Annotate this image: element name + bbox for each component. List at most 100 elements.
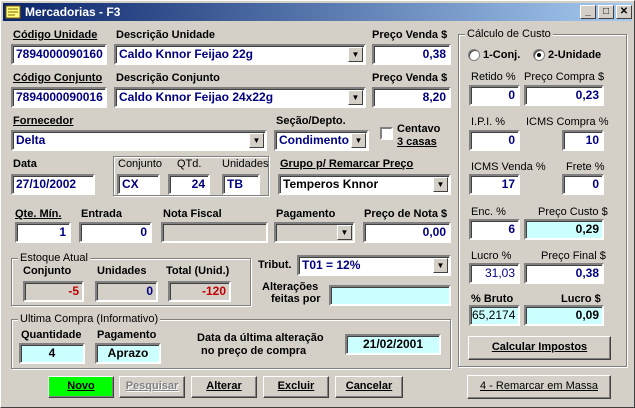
estoque-total-label: Total (Unid.) [166,265,230,277]
estoque-total-field: -120 [168,281,231,302]
descricao-conjunto-label: Descrição Conjunto [116,72,220,84]
mercadorias-window: Mercadorias - F3 _ □ Código Unidade 7894… [0,0,635,408]
lucro-valor-label: Lucro $ [561,293,601,305]
codigo-conjunto-field[interactable]: 7894000090016 [11,87,107,108]
minimize-button[interactable]: _ [580,5,596,19]
qtd-label: QTd. [177,158,202,170]
embalagem-unidades-field[interactable]: TB [222,174,260,195]
chevron-down-icon[interactable]: ▼ [433,258,448,273]
chevron-down-icon[interactable]: ▼ [348,47,363,62]
pesquisar-label: Pesquisar [125,380,179,392]
preco-nota-label: Preço de Nota $ [364,208,448,220]
embalagem-conjunto-label: Conjunto [118,158,163,170]
tributacao-label: Tribut. [258,259,292,271]
codigo-unidade-label: Código Unidade [13,29,98,41]
title-bar[interactable]: Mercadorias - F3 _ □ [3,3,632,21]
entrada-label: Entrada [81,208,122,220]
preco-venda-unidade-label: Preço Venda $ [372,29,448,41]
grupo-select[interactable]: Temperos Knnor ▼ [278,174,451,195]
novo-label: Novo [67,380,95,392]
close-button[interactable]: ✕ [616,5,632,19]
radio-conj-label[interactable]: 1-Conj. [483,49,520,61]
frete-field[interactable]: 0 [562,174,604,195]
maximize-icon: □ [602,6,610,17]
chevron-down-icon[interactable]: ▼ [249,133,264,148]
qte-min-field[interactable]: 1 [15,222,71,243]
qtd-field[interactable]: 24 [168,174,210,195]
nota-fiscal-field[interactable] [161,222,268,243]
radio-conj[interactable] [468,49,480,61]
alterar-button[interactable]: Alterar [191,376,257,398]
pagamento-label: Pagamento [276,208,336,220]
ultima-compra-title: Ultima Compra (Informativo) [18,313,161,325]
calcular-impostos-label: Calcular Impostos [491,341,588,353]
pesquisar-button[interactable]: Pesquisar [119,376,185,398]
retido-field[interactable]: 0 [469,85,520,106]
maximize-button[interactable]: □ [598,5,614,19]
preco-nota-field[interactable]: 0,00 [363,222,451,243]
calcular-impostos-button[interactable]: Calcular Impostos [468,336,611,360]
codigo-unidade-field[interactable]: 7894000090160 [11,44,107,65]
cancelar-button[interactable]: Cancelar [335,376,403,398]
icms-venda-field[interactable]: 17 [469,174,520,195]
estoque-title: Estoque Atual [18,252,90,264]
preco-compra-field[interactable]: 0,23 [524,85,604,106]
estoque-conjunto-field: -5 [23,281,84,302]
close-icon: ✕ [619,6,629,17]
icms-venda-label: ICMS Venda % [471,161,546,173]
lucro-valor-field: 0,09 [524,305,604,326]
secao-select[interactable]: Condimento ▼ [274,130,369,151]
estoque-unidades-field: 0 [95,281,158,302]
icms-compra-field[interactable]: 10 [562,130,604,151]
remarcar-massa-button[interactable]: 4 - Remarcar em Massa [467,375,611,399]
tributacao-select[interactable]: T01 = 12% ▼ [297,255,451,276]
estoque-unidades-label: Unidades [97,265,147,277]
alteracoes-field[interactable] [329,285,451,306]
quantidade-field: 4 [19,343,85,364]
grupo-label: Grupo p/ Remarcar Preço [280,158,414,170]
ultima-pagamento-field: Aprazo [95,343,161,364]
lucro-field[interactable]: 31,03 [469,263,520,284]
calculo-title: Cálculo de Custo [465,28,553,40]
cancelar-label: Cancelar [345,380,393,392]
data-field[interactable]: 27/10/2002 [11,174,95,195]
chevron-down-icon[interactable]: ▼ [433,177,448,192]
preco-venda-conjunto-field[interactable]: 8,20 [372,87,451,108]
fornecedor-select[interactable]: Delta ▼ [11,130,267,151]
centavo-label: Centavo [397,123,441,135]
chevron-down-icon[interactable]: ▼ [351,133,366,148]
alteracao-sub-label: no preço de compra [201,345,307,357]
chevron-down-icon[interactable]: ▼ [337,225,352,240]
lucro-label: Lucro % [471,250,512,262]
radio-unidade[interactable] [533,49,545,61]
enc-field[interactable]: 6 [469,219,520,240]
excluir-button[interactable]: Excluir [263,376,329,398]
novo-button[interactable]: Novo [48,376,114,398]
entrada-field[interactable]: 0 [79,222,152,243]
preco-custo-field: 0,29 [524,219,604,240]
frete-label: Frete % [566,161,605,173]
estoque-conjunto-label: Conjunto [23,265,72,277]
descricao-conjunto-select[interactable]: Caldo Knnor Feijao 24x22g ▼ [114,87,366,108]
codigo-conjunto-label: Código Conjunto [13,72,103,84]
radio-unidade-label[interactable]: 2-Unidade [548,49,601,61]
pagamento-select[interactable]: ▼ [274,222,355,243]
preco-final-field[interactable]: 0,38 [524,263,604,284]
chevron-down-icon[interactable]: ▼ [348,90,363,105]
window-title: Mercadorias - F3 [25,5,121,19]
preco-final-label: Preço Final $ [541,250,606,262]
preco-venda-conjunto-label: Preço Venda $ [372,72,448,84]
app-icon [5,5,21,19]
nota-fiscal-label: Nota Fiscal [163,208,222,220]
data-label: Data [13,158,37,170]
qte-min-label: Qte. Mín. [15,208,62,220]
preco-venda-unidade-field[interactable]: 0,38 [372,44,451,65]
remarcar-massa-label: 4 - Remarcar em Massa [480,380,598,392]
embalagem-conjunto-field[interactable]: CX [117,174,160,195]
centavo-checkbox[interactable] [380,127,393,140]
bruto-field: 65,2174 [469,305,520,326]
ipi-field[interactable]: 0 [469,130,520,151]
ipi-label: I.P.I. % [471,116,506,128]
tributacao-value: T01 = 12% [302,258,361,272]
descricao-unidade-select[interactable]: Caldo Knnor Feijao 22g ▼ [114,44,366,65]
